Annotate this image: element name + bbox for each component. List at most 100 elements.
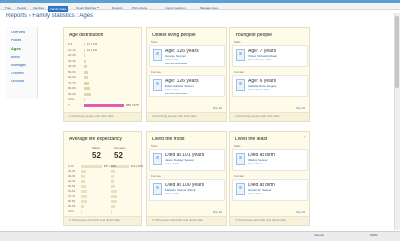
female-bar	[111, 175, 115, 178]
female-bar	[111, 210, 112, 213]
sidebar-item-ages[interactable]: Ages	[11, 47, 21, 51]
female-bar	[111, 180, 115, 183]
age-distribution-footer-text: 1,020 living people with birth date	[69, 115, 114, 118]
life-expectancy-card: Average life expectancy Males Females 52…	[63, 131, 143, 226]
male-bar	[81, 170, 86, 173]
lived-least-title: Lived the least	[235, 137, 268, 142]
lived-most-top10-link[interactable]: Top 10	[213, 211, 222, 214]
male-bar	[81, 210, 82, 213]
age-distribution-bar	[84, 70, 88, 74]
oldest-top10-link[interactable]: Top 10	[213, 107, 222, 110]
oldest-female-name[interactable]: Ethel Hollister Seaver	[165, 85, 194, 88]
youngest-female-label: Female	[234, 71, 245, 74]
menu-item-manage-trees[interactable]: Manage trees	[200, 7, 218, 10]
sidebar-item-children[interactable]: Children	[11, 72, 24, 75]
oldest-male-years: 1883 - 1907	[165, 59, 179, 61]
age-distribution-value: 17 | 1%	[87, 43, 98, 46]
oldest-female-label: Female	[151, 71, 162, 74]
sidebar-item-marriages[interactable]: Marriages	[11, 64, 26, 67]
age-distribution-bar	[84, 92, 92, 96]
age-distribution-row-label: 50-59	[68, 70, 76, 74]
female-avatar-icon	[236, 183, 245, 195]
lived-most-male-years: 1843 - 1944	[165, 163, 179, 165]
menu-item-tree[interactable]: Tree	[5, 7, 11, 10]
age-distribution-row-label: 20-29	[68, 54, 76, 57]
youngest-male-age: Age: 7 years	[248, 49, 277, 54]
menu-item-smart-matches[interactable]: Smart Matches™	[76, 7, 99, 10]
oldest-living-card: Oldest living people Male Age: 126 years…	[146, 27, 227, 122]
lived-least-female-entry[interactable]: Died at birth Harriet M. Seaver 1870 - 1…	[232, 179, 308, 201]
menu-item-print-charts[interactable]: Print charts	[132, 7, 147, 10]
lived-least-card: Lived the least × Male Died at birth War…	[229, 131, 310, 226]
lived-least-male-entry[interactable]: Died at birth Warley Seaver 1874 - 1874	[232, 149, 308, 171]
lived-most-footer-text: 2,700 people with birth and death date	[152, 219, 204, 222]
life-expectancy-footer: 2,700 people with birth and death date	[64, 216, 141, 225]
female-avatar-icon	[236, 79, 245, 91]
menu-item-reports[interactable]: Reports	[112, 7, 123, 10]
life-expectancy-row-label: 90-99	[68, 205, 76, 208]
age-distribution-row-label: ?	[68, 103, 70, 107]
lived-least-footer: 2,700 people with birth and death date	[230, 216, 309, 225]
female-bar	[111, 185, 115, 188]
lived-most-male-age: Died at 101 years	[165, 153, 205, 158]
males-label: Males	[92, 147, 101, 150]
lived-least-female-name[interactable]: Harriet M. Seaver	[248, 189, 272, 192]
scrollbar-thumb[interactable]	[395, 16, 399, 88]
male-value: 457 | 26%	[103, 165, 117, 168]
menu-item-import-gedcom[interactable]: Import Gedcom	[165, 7, 186, 10]
status-zone: Internet	[314, 234, 325, 237]
male-bar	[81, 205, 85, 208]
female-bar	[111, 195, 118, 198]
menu-item-family-data[interactable]: Family Data	[48, 6, 69, 12]
age-distribution-value: 589 | 57%	[126, 103, 140, 107]
youngest-male-name[interactable]: Vicker Schwartz(date)	[248, 55, 277, 58]
youngest-female-years: Born: April 4, 2003	[248, 89, 270, 91]
lived-least-top10-link[interactable]: Top 10	[296, 211, 305, 214]
youngest-male-entry[interactable]: Age: 7 years Vicker Schwartz(date) Born:…	[232, 45, 308, 67]
oldest-living-footer: 1,020 living people with birth date	[147, 112, 226, 121]
menu-item-people[interactable]: People	[17, 7, 26, 10]
age-distribution-bar	[84, 54, 86, 57]
males-average: 52	[92, 152, 101, 160]
youngest-top10-link[interactable]: Top 10	[296, 107, 305, 110]
lived-most-female-entry[interactable]: Died at 100 years Malcolm Seaver (Died) …	[149, 179, 225, 201]
male-bar	[81, 165, 102, 168]
zoom-level[interactable]: 100%	[370, 234, 378, 237]
youngest-female-entry[interactable]: Age: 6 years Isabella Rose Rogers Born: …	[232, 75, 308, 97]
lived-least-female-years: 1870 - 1870	[248, 193, 262, 195]
age-distribution-bar	[84, 81, 89, 85]
male-avatar-icon	[236, 153, 245, 165]
menu-item-families[interactable]: Families	[33, 7, 44, 10]
female-bar	[111, 205, 115, 208]
age-distribution-bar	[84, 65, 87, 68]
close-icon[interactable]: ×	[304, 134, 306, 139]
youngest-footer: 1,020 living people with birth date	[230, 112, 309, 121]
lived-least-female-age: Died at birth	[248, 183, 275, 188]
oldest-male-note: Birth as discovered	[165, 62, 188, 65]
oldest-male-entry[interactable]: Age: 126 years George Seymor 1883 - 1907…	[149, 45, 225, 67]
age-distribution-card: Age distribution 0-9 17 | 1% 10-19 11 | 1% 2…	[63, 27, 142, 122]
breadcrumb-reports[interactable]: Reports	[6, 13, 27, 19]
life-expectancy-row-label: 0-19	[68, 165, 74, 168]
lived-least-male-years: 1874 - 1874	[248, 163, 262, 165]
sidebar-item-births[interactable]: Births	[11, 56, 20, 59]
male-avatar-icon	[153, 49, 162, 61]
age-distribution-value: 11 | 1%	[87, 48, 97, 52]
sidebar-item-overview[interactable]: Overview	[11, 31, 25, 34]
youngest-female-name[interactable]: Isabella Rose Rogers	[248, 85, 277, 88]
age-distribution-row-label: 70-79	[68, 81, 76, 85]
lived-most-male-name[interactable]: Jason Dodger Seaver	[165, 159, 194, 162]
lived-most-footer: 2,700 people with birth and death date	[147, 216, 226, 225]
female-bar	[111, 200, 118, 203]
sidebar-item-places[interactable]: Places	[11, 39, 21, 42]
oldest-male-name[interactable]: George Seymor	[165, 55, 186, 58]
lived-least-male-name[interactable]: Warley Seaver	[248, 159, 268, 162]
lived-most-female-years: 1863 - 1963	[165, 193, 179, 195]
lived-least-footer-text: 2,700 people with birth and death date	[235, 219, 287, 222]
oldest-female-years: 1883 - 1907	[165, 89, 179, 91]
sidebar-item-divorces[interactable]: Divorces	[11, 80, 24, 83]
lived-most-female-name[interactable]: Malcolm Seaver (Died)	[165, 189, 196, 192]
lived-most-male-entry[interactable]: Died at 101 years Jason Dodger Seaver 18…	[149, 149, 225, 171]
oldest-female-entry[interactable]: Age: 126 years Ethel Hollister Seaver 18…	[149, 75, 225, 97]
age-distribution-footer: 1,020 living people with birth date	[64, 112, 141, 121]
